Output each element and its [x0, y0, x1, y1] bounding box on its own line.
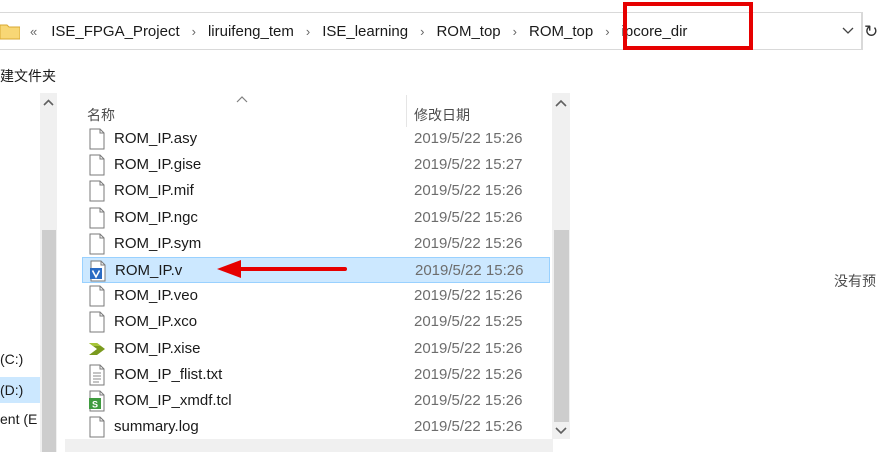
blank-file-icon — [88, 416, 106, 438]
xilinx-project-icon — [88, 338, 106, 360]
file-row[interactable]: ROM_IP.asy 2019/5/22 15:26 — [82, 126, 550, 152]
file-row[interactable]: ROM_IP.xco 2019/5/22 15:25 — [82, 309, 550, 335]
file-name: ROM_IP_flist.txt — [114, 365, 223, 383]
new-folder-button[interactable]: 建文件夹 — [0, 66, 56, 86]
file-name: ROM_IP_xmdf.tcl — [114, 392, 232, 409]
file-name: ROM_IP.mif — [114, 182, 194, 200]
annotation-arrow — [217, 260, 347, 278]
crumb-rom-top-sub[interactable]: ROM_top — [529, 23, 593, 40]
file-row[interactable]: ROM_IP.sym 2019/5/22 15:26 — [82, 231, 550, 257]
file-date: 2019/5/22 15:26 — [414, 182, 523, 200]
file-row[interactable]: ROM_IP.xise 2019/5/22 15:26 — [82, 336, 550, 362]
blank-file-icon — [88, 285, 106, 307]
file-row[interactable]: ROM_IP.veo 2019/5/22 15:26 — [82, 283, 550, 309]
scroll-up-icon[interactable] — [554, 98, 568, 110]
highlight-box — [623, 2, 753, 50]
column-name-header[interactable]: 名称 — [87, 105, 115, 125]
list-scrollbar-thumb[interactable] — [554, 230, 569, 422]
file-date: 2019/5/22 15:26 — [414, 339, 523, 357]
crumb-ise-learning[interactable]: ISE_learning — [322, 23, 408, 40]
blank-file-icon — [88, 154, 106, 176]
verilog-file-icon — [89, 260, 107, 282]
horizontal-scrollbar[interactable] — [65, 439, 553, 452]
svg-text:S: S — [92, 400, 98, 410]
tcl-script-icon: S — [88, 390, 106, 412]
blank-file-icon — [88, 311, 106, 333]
file-row[interactable]: S ROM_IP_xmdf.tcl 2019/5/22 15:26 — [82, 388, 550, 414]
nav-scrollbar-thumb[interactable] — [42, 230, 56, 452]
file-name: ROM_IP.ngc — [114, 208, 198, 226]
file-row[interactable]: ROM_IP.ngc 2019/5/22 15:26 — [82, 205, 550, 231]
address-bar[interactable]: « ISE_FPGA_Project › liruifeng_tem › ISE… — [0, 2, 862, 50]
crumb-rom-top[interactable]: ROM_top — [436, 23, 500, 40]
crumb-liruifeng-tem[interactable]: liruifeng_tem — [208, 23, 294, 40]
chevron-right-icon[interactable]: › — [513, 24, 517, 39]
refresh-icon[interactable]: ↻ — [864, 22, 878, 42]
breadcrumb: « ISE_FPGA_Project › liruifeng_tem › ISE… — [30, 13, 687, 49]
blank-file-icon — [88, 207, 106, 229]
file-date: 2019/5/22 15:26 — [414, 208, 523, 226]
folder-icon — [0, 24, 20, 40]
blank-file-icon — [88, 233, 106, 255]
chevron-right-icon[interactable]: › — [192, 24, 196, 39]
file-name: ROM_IP.xco — [114, 313, 198, 331]
nav-drive-c[interactable]: (C:) — [0, 351, 23, 367]
file-row[interactable]: ROM_IP_flist.txt 2019/5/22 15:26 — [82, 362, 550, 388]
file-date: 2019/5/22 15:26 — [414, 392, 523, 409]
file-name: ROM_IP.v — [115, 262, 183, 279]
file-date: 2019/5/22 15:26 — [414, 130, 523, 147]
column-date-header[interactable]: 修改日期 — [414, 105, 470, 125]
file-name: ROM_IP.sym — [114, 234, 202, 252]
column-divider[interactable] — [406, 95, 407, 127]
file-date: 2019/5/22 15:26 — [415, 262, 524, 279]
preview-pane-message: 没有预 — [834, 273, 876, 289]
file-name: ROM_IP.veo — [114, 287, 198, 305]
divider — [862, 12, 863, 50]
file-date: 2019/5/22 15:27 — [414, 156, 523, 174]
nav-drive-d[interactable]: (D:) — [0, 377, 40, 403]
file-name: ROM_IP.xise — [114, 339, 201, 357]
chevron-right-icon[interactable]: › — [420, 24, 424, 39]
blank-file-icon — [88, 128, 106, 150]
file-row[interactable]: summary.log 2019/5/22 15:26 — [82, 414, 550, 440]
scroll-down-icon[interactable] — [554, 424, 568, 436]
chevron-down-icon[interactable] — [842, 27, 854, 35]
scroll-up-icon[interactable] — [41, 96, 56, 110]
file-date: 2019/5/22 15:26 — [414, 234, 523, 252]
column-header: 名称 修改日期 — [78, 95, 548, 127]
file-date: 2019/5/22 15:26 — [414, 287, 523, 305]
file-date: 2019/5/22 15:26 — [414, 365, 523, 383]
chevron-right-icon[interactable]: › — [605, 24, 609, 39]
file-name: ROM_IP.asy — [114, 130, 198, 147]
text-file-icon — [88, 364, 106, 386]
file-name: summary.log — [114, 418, 199, 436]
crumb-ise-fpga-project[interactable]: ISE_FPGA_Project — [51, 23, 179, 40]
file-date: 2019/5/22 15:25 — [414, 313, 523, 331]
overflow-chevron-icon[interactable]: « — [30, 24, 37, 39]
chevron-right-icon[interactable]: › — [306, 24, 310, 39]
nav-drive-e[interactable]: ent (E — [0, 411, 37, 427]
file-date: 2019/5/22 15:26 — [414, 418, 523, 436]
file-name: ROM_IP.gise — [114, 156, 202, 174]
file-row[interactable]: ROM_IP.gise 2019/5/22 15:27 — [82, 152, 550, 178]
blank-file-icon — [88, 180, 106, 202]
file-row[interactable]: ROM_IP.mif 2019/5/22 15:26 — [82, 178, 550, 204]
